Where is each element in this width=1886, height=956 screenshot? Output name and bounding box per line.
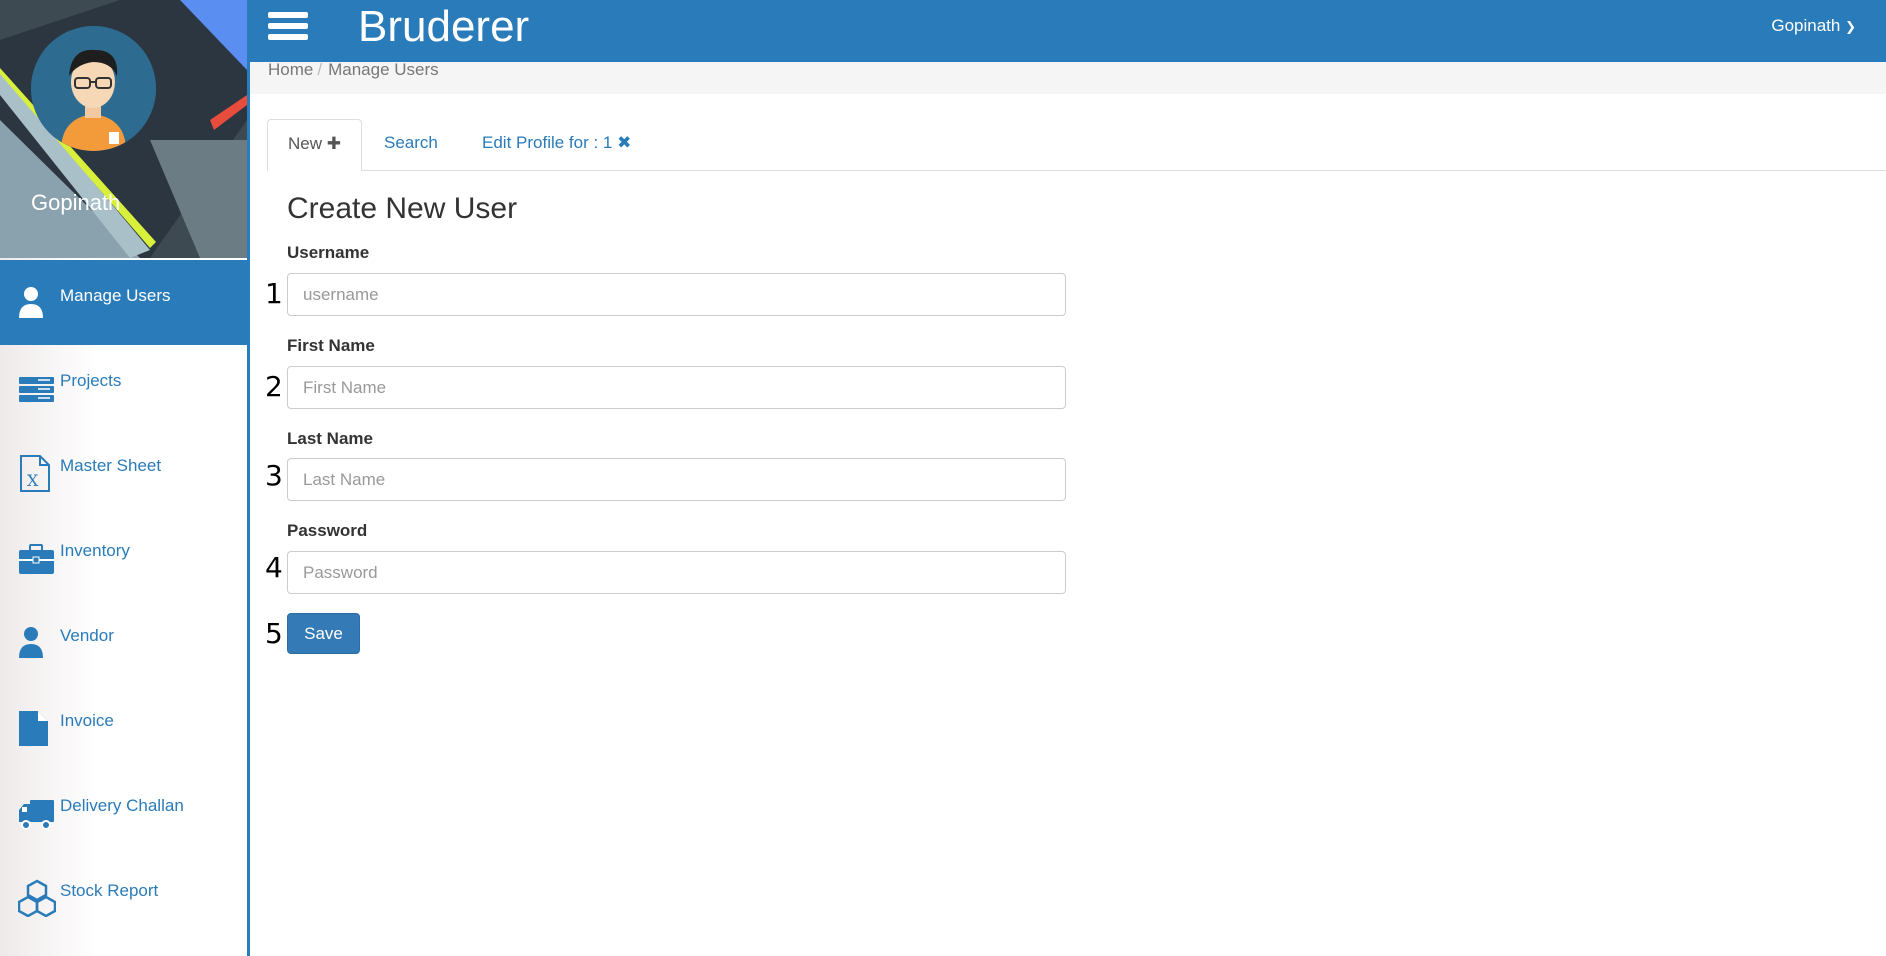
sidebar-nav: Manage Users Projects X Master Sheet Inv…: [0, 260, 247, 940]
avatar-icon: [31, 26, 156, 151]
sidebar-item-label: Vendor: [60, 626, 114, 645]
first-name-label: First Name: [287, 336, 375, 355]
username-input[interactable]: [287, 273, 1066, 316]
breadcrumb: Home / Manage Users: [250, 60, 1886, 94]
breadcrumb-home[interactable]: Home: [268, 61, 313, 78]
field-marker-4: 4: [265, 551, 283, 584]
field-marker-3: 3: [265, 459, 283, 492]
sidebar-item-label: Delivery Challan: [60, 796, 184, 815]
breadcrumb-separator: /: [317, 60, 323, 79]
user-icon: [19, 287, 43, 318]
username-label: Username: [287, 243, 370, 262]
password-input[interactable]: [287, 551, 1066, 594]
last-name-label: Last Name: [287, 429, 373, 448]
server-icon: [19, 377, 54, 402]
sidebar-item-inventory[interactable]: Inventory: [0, 515, 247, 600]
chevron-down-icon: ❯: [1845, 19, 1856, 34]
user-menu-dropdown[interactable]: Gopinath ❯: [1771, 16, 1856, 36]
tab-search-label: Search: [384, 133, 438, 152]
cubes-icon: [18, 879, 56, 917]
save-button[interactable]: Save: [287, 613, 360, 654]
sidebar-item-label: Master Sheet: [60, 456, 162, 475]
sidebar-item-label: Invoice: [60, 711, 114, 730]
tab-new[interactable]: New ✚: [267, 119, 362, 171]
truck-icon: [19, 800, 54, 830]
sidebar-item-label: Manage Users: [60, 286, 171, 305]
field-marker-5: 5: [265, 617, 283, 650]
tab-new-label: New: [288, 134, 323, 153]
profile-banner: Gopinath: [0, 0, 247, 258]
sidebar-item-stock-report[interactable]: Stock Report: [0, 855, 247, 940]
last-name-input[interactable]: [287, 458, 1066, 501]
tab-search[interactable]: Search: [364, 119, 458, 171]
briefcase-icon: [19, 544, 54, 574]
field-marker-2: 2: [265, 370, 283, 403]
user-icon: [19, 627, 43, 658]
tab-edit-profile-label: Edit Profile for : 1: [482, 133, 613, 152]
sidebar: Gopinath Manage Users Projects X Master …: [0, 0, 250, 956]
page-title: Create New User: [287, 192, 518, 225]
app-brand[interactable]: Bruderer: [358, 2, 529, 52]
first-name-input[interactable]: [287, 366, 1066, 409]
close-icon[interactable]: ✖: [617, 133, 631, 152]
top-navbar: Bruderer Gopinath ❯: [250, 0, 1886, 62]
sidebar-item-label: Stock Report: [60, 881, 159, 900]
sidebar-item-manage-users[interactable]: Manage Users: [0, 260, 247, 345]
avatar: [31, 26, 156, 151]
password-label: Password: [287, 521, 368, 540]
plus-icon: ✚: [326, 134, 341, 153]
sidebar-item-label: Projects: [60, 371, 122, 390]
excel-file-icon: X: [20, 455, 50, 492]
user-menu-label: Gopinath: [1771, 16, 1841, 35]
tab-bar: New ✚ Search Edit Profile for : 1 ✖: [267, 119, 1886, 171]
svg-text:X: X: [27, 471, 39, 490]
file-icon: [19, 711, 48, 746]
tab-edit-profile[interactable]: Edit Profile for : 1 ✖: [462, 119, 651, 171]
sidebar-item-master-sheet[interactable]: X Master Sheet: [0, 430, 247, 515]
menu-toggle-icon[interactable]: [268, 12, 308, 46]
sidebar-item-label: Inventory: [60, 541, 130, 560]
field-marker-1: 1: [265, 277, 283, 310]
sidebar-item-delivery-challan[interactable]: Delivery Challan: [0, 770, 247, 855]
sidebar-item-invoice[interactable]: Invoice: [0, 685, 247, 770]
breadcrumb-current: Manage Users: [328, 60, 439, 79]
sidebar-item-vendor[interactable]: Vendor: [0, 600, 247, 685]
sidebar-item-projects[interactable]: Projects: [0, 345, 247, 430]
profile-name: Gopinath: [31, 190, 121, 215]
